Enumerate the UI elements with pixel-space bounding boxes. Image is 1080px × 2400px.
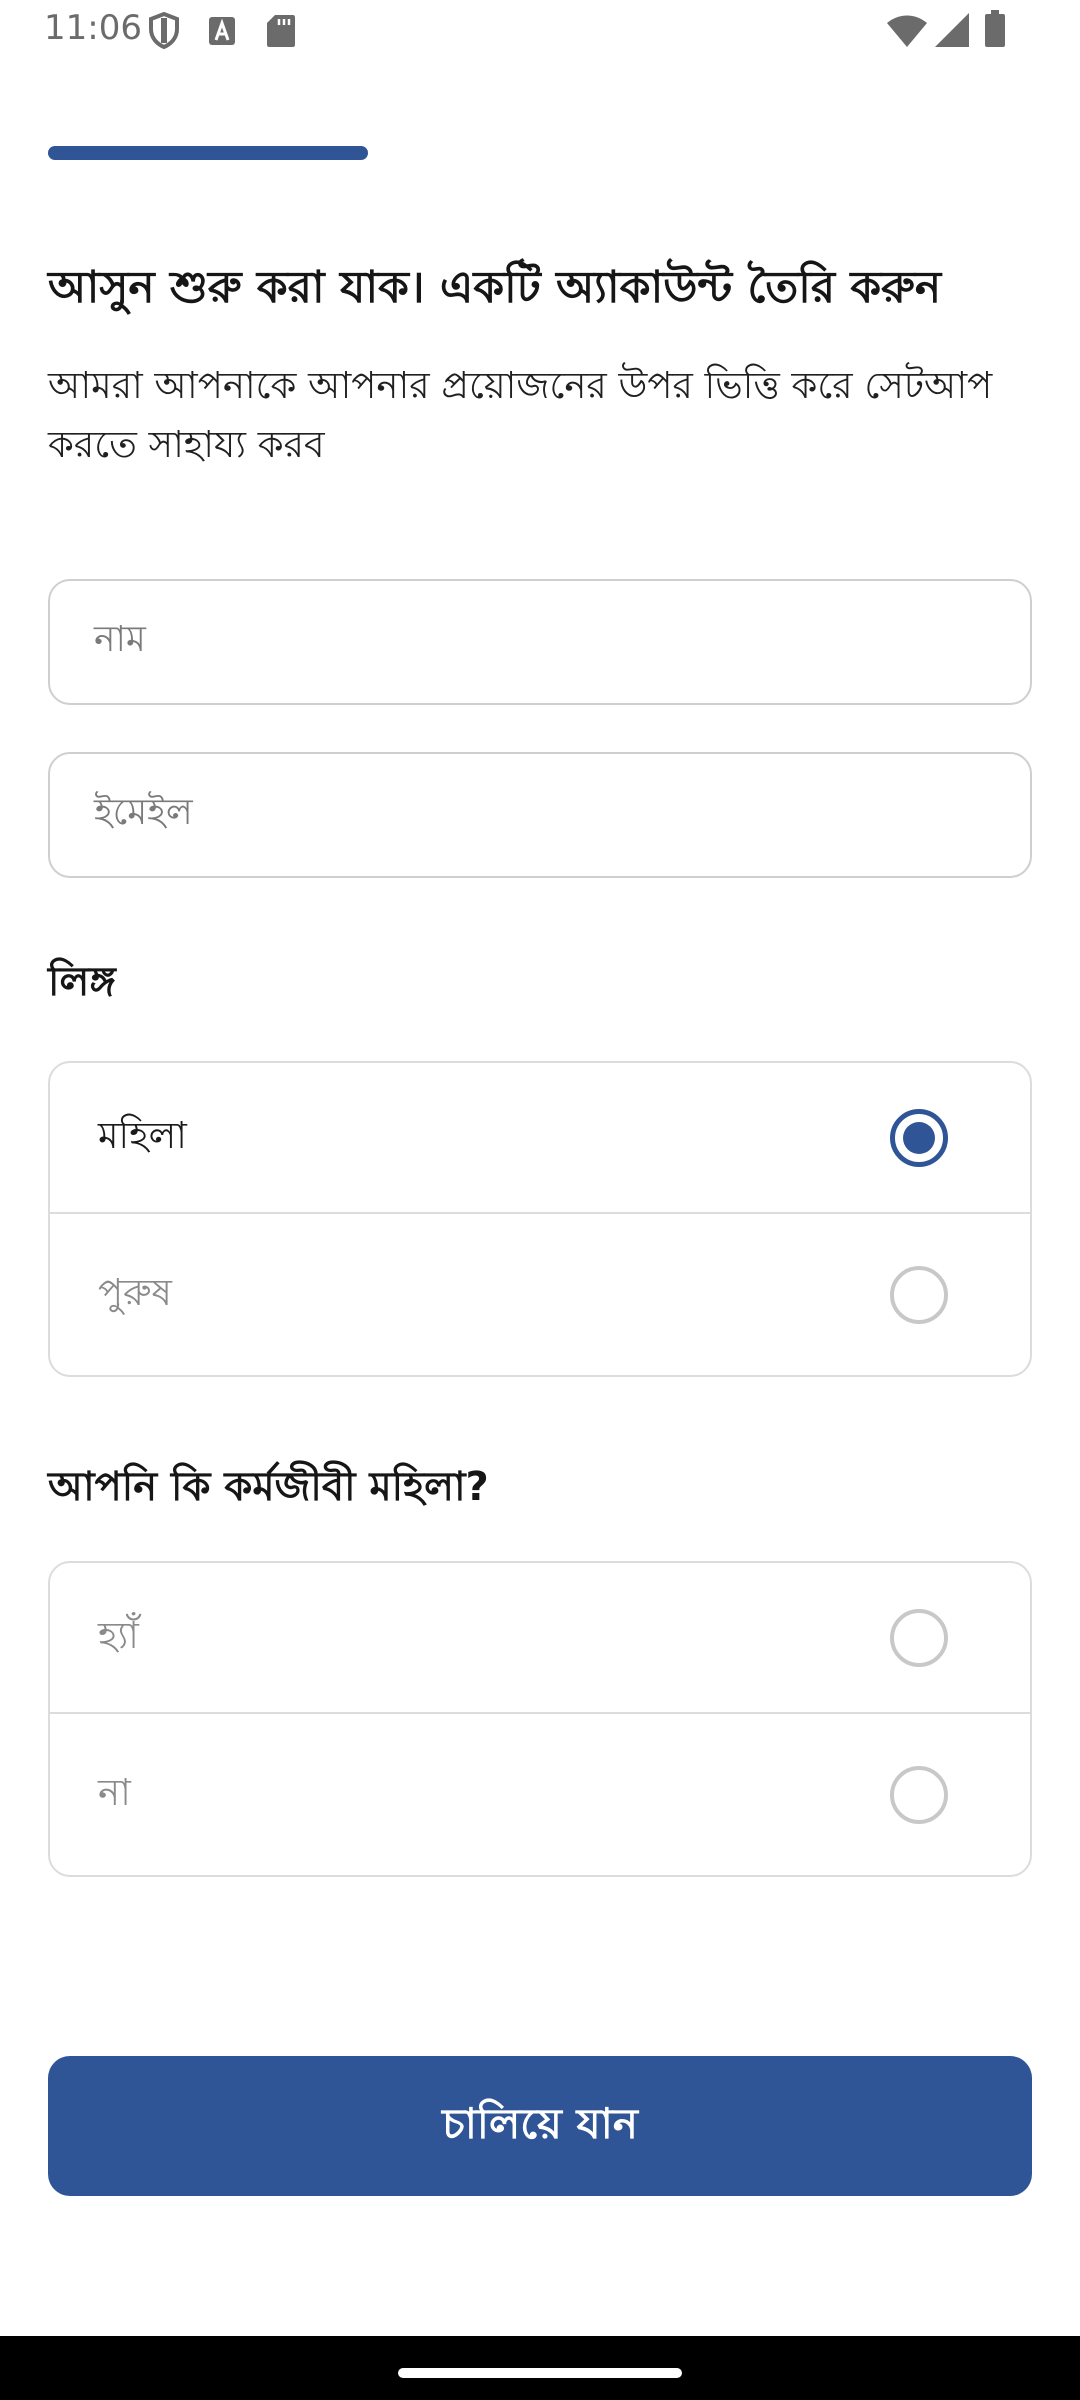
working-option-yes[interactable]: হ্যাঁ [50, 1563, 1030, 1712]
page-subtitle: আমরা আপনাকে আপনার প্রয়োজনের উপর ভিত্তি … [48, 364, 993, 467]
status-bar: 11:06 [0, 0, 1080, 64]
gender-option-label: মহিলা [98, 1114, 187, 1157]
page-title: আসুন শুরু করা যাক। একটি অ্যাকাউন্ট তৈরি … [48, 262, 942, 313]
working-woman-label: আপনি কি কর্মজীবী মহিলা? [48, 1464, 489, 1510]
gender-option-male[interactable]: পুরুষ [50, 1212, 1030, 1375]
working-option-label: হ্যাঁ [98, 1614, 139, 1657]
navigation-bar [0, 2336, 1080, 2400]
working-option-no[interactable]: না [50, 1712, 1030, 1875]
working-option-label: না [98, 1771, 131, 1814]
radio-unselected-icon[interactable] [890, 1608, 948, 1667]
font-notification-icon [209, 17, 235, 45]
radio-selected-icon[interactable] [890, 1108, 948, 1167]
home-indicator[interactable] [398, 2368, 682, 2378]
sd-card-icon [267, 15, 295, 47]
status-time: 11:06 [44, 8, 142, 48]
name-field[interactable]: নাম [48, 579, 1032, 705]
radio-unselected-icon[interactable] [890, 1265, 948, 1324]
name-placeholder: নাম [94, 619, 146, 660]
email-placeholder: ইমেইল [94, 792, 193, 833]
shield-icon [149, 12, 179, 50]
email-field[interactable]: ইমেইল [48, 752, 1032, 878]
gender-label: লিঙ্গ [48, 959, 116, 1005]
gender-option-label: পুরুষ [98, 1271, 172, 1314]
radio-unselected-icon[interactable] [890, 1765, 948, 1824]
wifi-icon [887, 15, 927, 47]
progress-bar [48, 146, 368, 160]
working-radio-group: হ্যাঁ না [48, 1561, 1032, 1877]
gender-radio-group: মহিলা পুরুষ [48, 1061, 1032, 1377]
signal-icon [935, 13, 969, 47]
continue-button[interactable]: চালিয়ে যান [48, 2056, 1032, 2196]
gender-option-female[interactable]: মহিলা [50, 1063, 1030, 1212]
battery-icon [985, 10, 1005, 47]
